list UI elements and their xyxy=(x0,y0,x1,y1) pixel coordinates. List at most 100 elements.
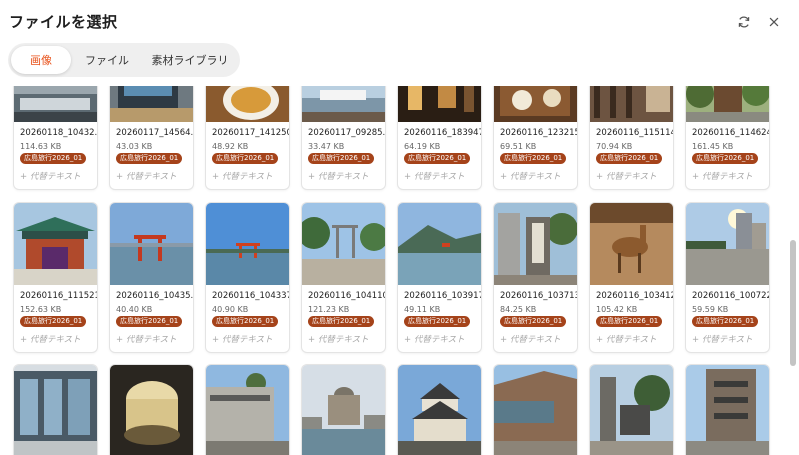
image-card[interactable]: 20260117_141250... 48.92 KB 広島旅行2026_01 … xyxy=(206,86,289,189)
image-card[interactable]: 20260117_09285... 33.47 KB 広島旅行2026_01 +… xyxy=(302,86,385,189)
image-card[interactable] xyxy=(398,365,481,455)
scrollbar-thumb[interactable] xyxy=(790,240,796,366)
add-alt-text-link[interactable]: + 代替テキスト xyxy=(212,170,273,182)
image-card[interactable] xyxy=(494,365,577,455)
image-card[interactable] xyxy=(110,365,193,455)
image-thumbnail xyxy=(206,86,289,122)
image-thumbnail xyxy=(110,365,193,455)
image-thumbnail xyxy=(686,365,769,455)
tab-bar: 画像 ファイル 素材ライブラリ xyxy=(8,43,240,77)
file-size: 105.42 KB xyxy=(596,305,638,314)
tab-files[interactable]: ファイル xyxy=(74,46,140,74)
add-alt-text-link[interactable]: + 代替テキスト xyxy=(308,333,369,345)
image-grid: 20260118_10432... 114.63 KB 広島旅行2026_01 … xyxy=(0,86,785,455)
image-card[interactable]: 20260116_114624... 161.45 KB 広島旅行2026_01… xyxy=(686,86,769,189)
add-alt-text-link[interactable]: + 代替テキスト xyxy=(404,333,465,345)
image-card[interactable] xyxy=(302,365,385,455)
image-thumbnail xyxy=(398,203,481,285)
album-tag: 広島旅行2026_01 xyxy=(692,316,759,327)
file-size: 48.92 KB xyxy=(212,142,249,151)
image-thumbnail xyxy=(302,203,385,285)
file-size: 64.19 KB xyxy=(404,142,441,151)
file-size: 33.47 KB xyxy=(308,142,345,151)
file-name: 20260116_103713... xyxy=(500,291,577,301)
file-name: 20260117_14564... xyxy=(116,128,193,138)
file-name: 20260116_111521... xyxy=(20,291,97,301)
dialog-title: ファイルを選択 xyxy=(9,13,118,31)
image-card[interactable] xyxy=(206,365,289,455)
file-name: 20260118_10432... xyxy=(20,128,97,138)
file-name: 20260116_115114... xyxy=(596,128,673,138)
image-thumbnail xyxy=(494,365,577,455)
refresh-button[interactable] xyxy=(734,12,754,32)
add-alt-text-link[interactable]: + 代替テキスト xyxy=(404,170,465,182)
image-thumbnail xyxy=(398,86,481,122)
image-thumbnail xyxy=(110,203,193,285)
image-card[interactable]: 20260118_10432... 114.63 KB 広島旅行2026_01 … xyxy=(14,86,97,189)
image-card[interactable]: 20260116_115114... 70.94 KB 広島旅行2026_01 … xyxy=(590,86,673,189)
add-alt-text-link[interactable]: + 代替テキスト xyxy=(500,333,561,345)
album-tag: 広島旅行2026_01 xyxy=(308,153,375,164)
album-tag: 広島旅行2026_01 xyxy=(212,316,279,327)
file-size: 40.90 KB xyxy=(212,305,249,314)
album-tag: 広島旅行2026_01 xyxy=(404,316,471,327)
file-size: 114.63 KB xyxy=(20,142,62,151)
image-card[interactable]: 20260116_183947... 64.19 KB 広島旅行2026_01 … xyxy=(398,86,481,189)
album-tag: 広島旅行2026_01 xyxy=(308,316,375,327)
image-card[interactable]: 20260116_111521... 152.63 KB 広島旅行2026_01… xyxy=(14,203,97,352)
album-tag: 広島旅行2026_01 xyxy=(116,316,183,327)
add-alt-text-link[interactable]: + 代替テキスト xyxy=(20,333,81,345)
add-alt-text-link[interactable]: + 代替テキスト xyxy=(692,170,753,182)
image-thumbnail xyxy=(206,203,289,285)
image-card[interactable]: 20260116_10435... 40.40 KB 広島旅行2026_01 +… xyxy=(110,203,193,352)
image-card[interactable]: 20260116_104337... 40.90 KB 広島旅行2026_01 … xyxy=(206,203,289,352)
album-tag: 広島旅行2026_01 xyxy=(20,316,87,327)
close-button[interactable] xyxy=(764,12,784,32)
add-alt-text-link[interactable]: + 代替テキスト xyxy=(212,333,273,345)
image-card[interactable]: 20260117_14564... 43.03 KB 広島旅行2026_01 +… xyxy=(110,86,193,189)
image-card[interactable]: 20260116_104110... 121.23 KB 広島旅行2026_01… xyxy=(302,203,385,352)
file-size: 69.51 KB xyxy=(500,142,537,151)
add-alt-text-link[interactable]: + 代替テキスト xyxy=(596,333,657,345)
file-size: 161.45 KB xyxy=(692,142,734,151)
image-thumbnail xyxy=(494,203,577,285)
add-alt-text-link[interactable]: + 代替テキスト xyxy=(692,333,753,345)
image-card[interactable]: 20260116_103412... 105.42 KB 広島旅行2026_01… xyxy=(590,203,673,352)
image-thumbnail xyxy=(590,365,673,455)
dialog-header: ファイルを選択 xyxy=(0,0,799,44)
refresh-icon xyxy=(738,16,750,28)
add-alt-text-link[interactable]: + 代替テキスト xyxy=(20,170,81,182)
album-tag: 広島旅行2026_01 xyxy=(692,153,759,164)
album-tag: 広島旅行2026_01 xyxy=(596,316,663,327)
image-thumbnail xyxy=(302,86,385,122)
add-alt-text-link[interactable]: + 代替テキスト xyxy=(596,170,657,182)
image-thumbnail xyxy=(686,86,769,122)
add-alt-text-link[interactable]: + 代替テキスト xyxy=(500,170,561,182)
file-name: 20260116_123215... xyxy=(500,128,577,138)
image-card[interactable] xyxy=(590,365,673,455)
file-size: 70.94 KB xyxy=(596,142,633,151)
add-alt-text-link[interactable]: + 代替テキスト xyxy=(116,333,177,345)
scrollbar[interactable] xyxy=(788,86,798,455)
image-card[interactable]: 20260116_103713... 84.25 KB 広島旅行2026_01 … xyxy=(494,203,577,352)
image-thumbnail xyxy=(590,86,673,122)
file-name: 20260116_103412... xyxy=(596,291,673,301)
image-thumbnail xyxy=(110,86,193,122)
image-card[interactable]: 20260116_123215... 69.51 KB 広島旅行2026_01 … xyxy=(494,86,577,189)
file-size: 152.63 KB xyxy=(20,305,62,314)
album-tag: 広島旅行2026_01 xyxy=(500,153,567,164)
image-card[interactable] xyxy=(14,365,97,455)
image-thumbnail xyxy=(494,86,577,122)
image-card[interactable] xyxy=(686,365,769,455)
tab-images[interactable]: 画像 xyxy=(11,46,71,74)
add-alt-text-link[interactable]: + 代替テキスト xyxy=(116,170,177,182)
album-tag: 広島旅行2026_01 xyxy=(116,153,183,164)
add-alt-text-link[interactable]: + 代替テキスト xyxy=(308,170,369,182)
image-card[interactable]: 20260116_103917... 49.11 KB 広島旅行2026_01 … xyxy=(398,203,481,352)
file-name: 20260116_10435... xyxy=(116,291,193,301)
image-card[interactable]: 20260116_100722... 59.59 KB 広島旅行2026_01 … xyxy=(686,203,769,352)
album-tag: 広島旅行2026_01 xyxy=(212,153,279,164)
file-name: 20260116_104110... xyxy=(308,291,385,301)
tab-asset-library[interactable]: 素材ライブラリ xyxy=(142,46,238,74)
file-size: 121.23 KB xyxy=(308,305,350,314)
